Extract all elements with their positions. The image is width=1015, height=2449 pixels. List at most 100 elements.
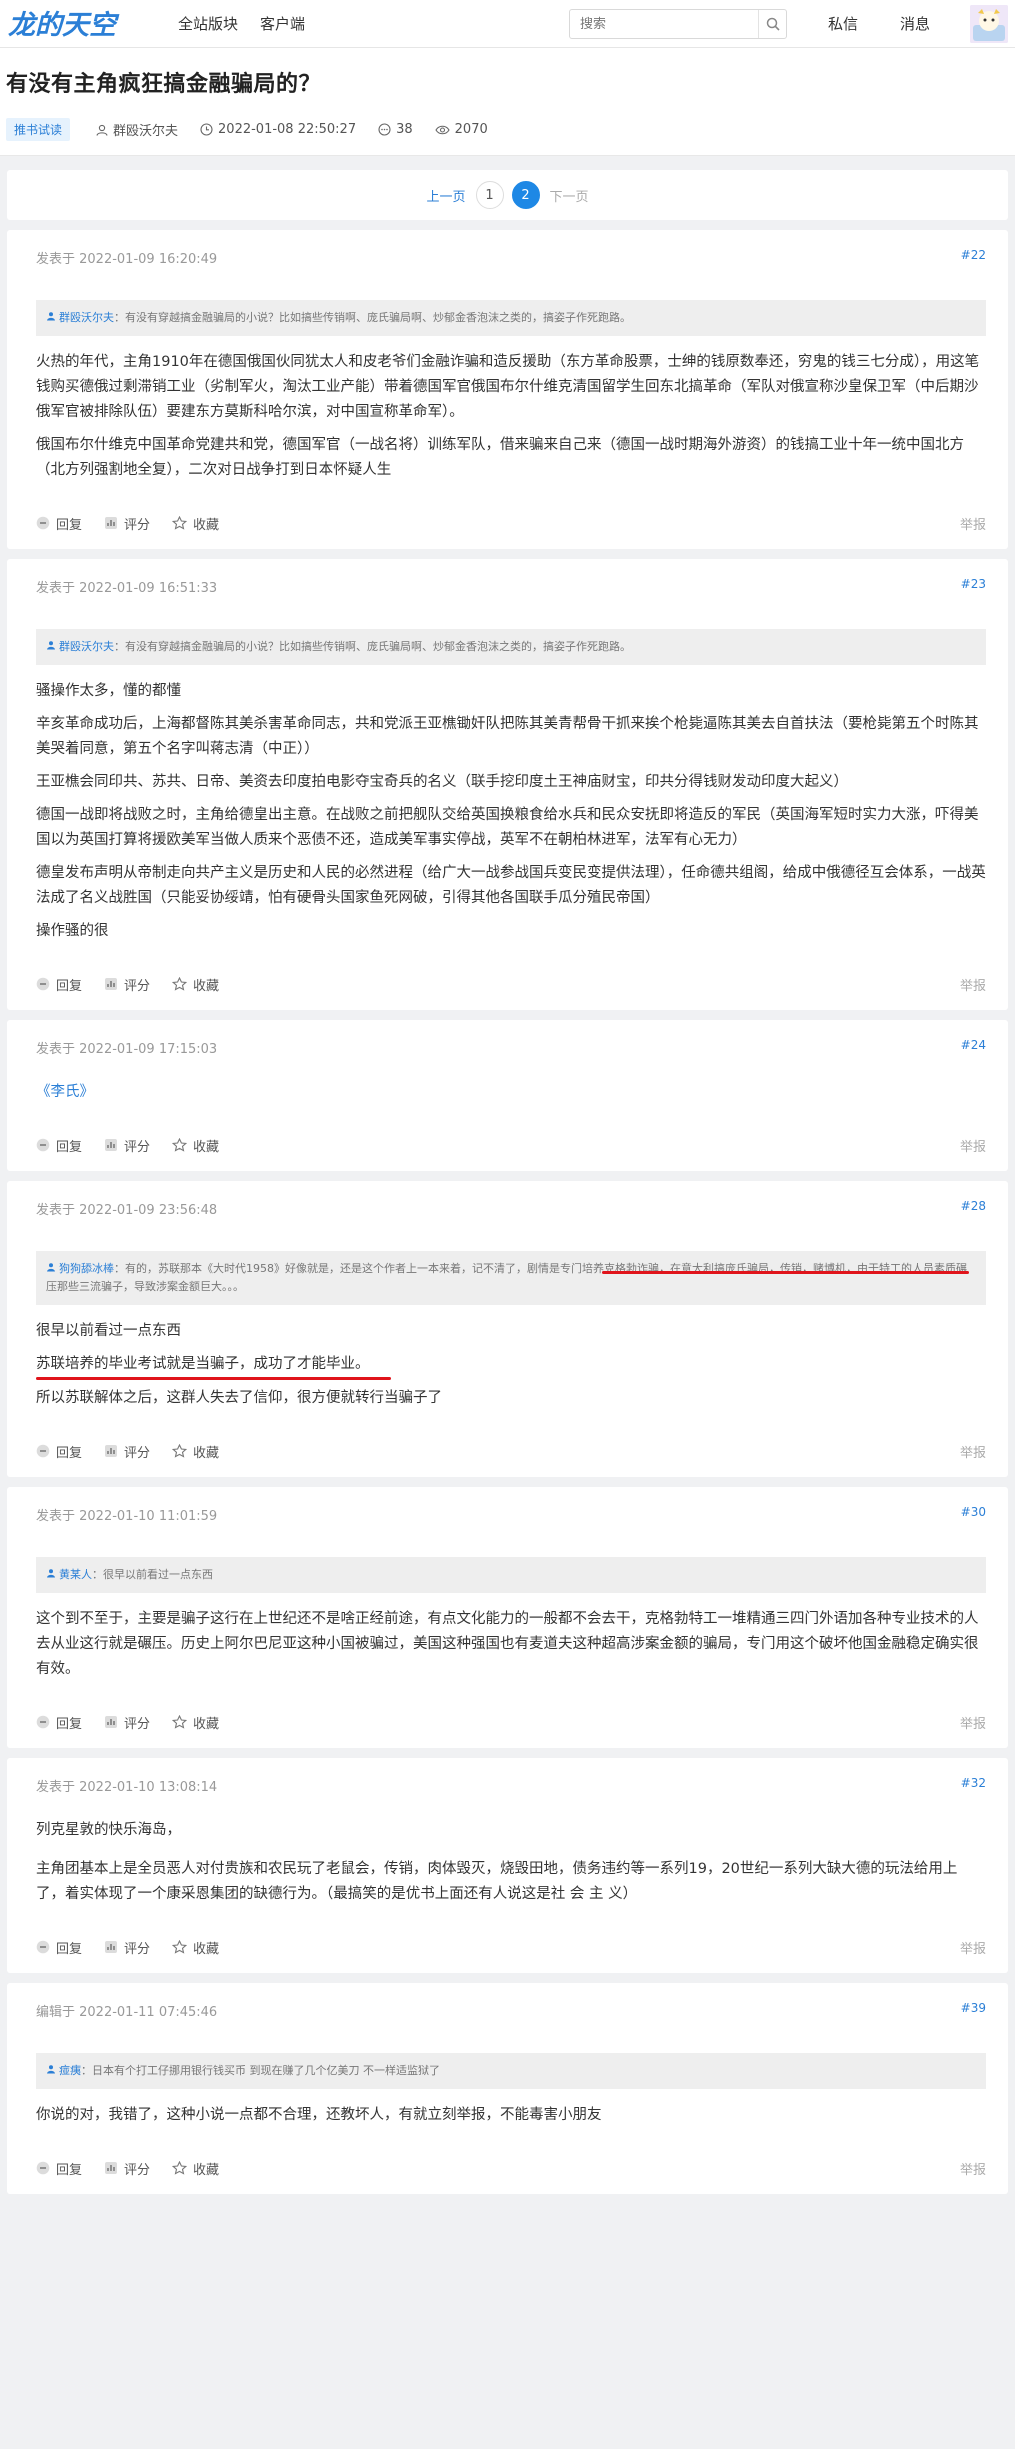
star-icon bbox=[172, 977, 188, 991]
site-logo[interactable]: 龙的天空 bbox=[6, 5, 140, 43]
search-button[interactable] bbox=[758, 10, 786, 38]
page-number-1[interactable]: 1 bbox=[475, 181, 504, 209]
reply-button[interactable]: 回复 bbox=[36, 975, 82, 994]
reply-button[interactable]: 回复 bbox=[36, 2159, 82, 2178]
report-link[interactable]: 举报 bbox=[960, 2159, 986, 2178]
rate-button[interactable]: 评分 bbox=[104, 2159, 150, 2178]
favorite-button[interactable]: 收藏 bbox=[172, 1442, 219, 1461]
thread-title: 有没有主角疯狂搞金融骗局的？ bbox=[6, 72, 322, 97]
post-paragraph: 俄国布尔什维克中国革命党建共和党，德国军官（一战名将）训练军队，借来骗来自己来（… bbox=[36, 437, 964, 478]
quote-user-icon bbox=[46, 1566, 56, 1584]
private-message-link[interactable]: 私信 bbox=[828, 13, 858, 34]
post-floor[interactable]: #39 bbox=[961, 2001, 986, 2019]
user-icon bbox=[96, 124, 108, 136]
post-paragraph: 德国一战即将战败之时，主角给德皇出主意。在战败之前把舰队交给英国换粮食给水兵和民… bbox=[36, 807, 979, 848]
favorite-button[interactable]: 收藏 bbox=[172, 975, 219, 994]
post-actions: 回复 评分 收藏 举报 bbox=[36, 497, 986, 549]
rate-button[interactable]: 评分 bbox=[104, 1938, 150, 1957]
report-link[interactable]: 举报 bbox=[960, 975, 986, 994]
thread-meta: 推书试读 群殴沃尔夫 2022-01-08 22:50:27 38 2070 bbox=[6, 118, 1009, 141]
book-link[interactable]: 《李氏》 bbox=[36, 1084, 94, 1100]
search-box bbox=[569, 9, 787, 39]
rate-button[interactable]: 评分 bbox=[104, 1442, 150, 1461]
avatar-cartoon-icon bbox=[970, 5, 1008, 43]
post-paragraph: 王亚樵会同印共、苏共、日帝、美资去印度拍电影夺宝奇兵的名义（联手挖印度土王神庙财… bbox=[36, 774, 848, 790]
rate-label: 评分 bbox=[124, 1139, 151, 1155]
star-icon bbox=[172, 1138, 188, 1152]
thread-replies-count: 38 bbox=[396, 122, 413, 137]
report-link[interactable]: 举报 bbox=[960, 1713, 986, 1732]
reply-button[interactable]: 回复 bbox=[36, 1713, 82, 1732]
quote-author[interactable]: 群殴沃尔夫 bbox=[59, 311, 114, 324]
next-page-link[interactable]: 下一页 bbox=[550, 186, 589, 205]
quote-author[interactable]: 痖痍 bbox=[59, 2064, 81, 2077]
reply-button[interactable]: 回复 bbox=[36, 1938, 82, 1957]
reply-icon bbox=[36, 1444, 50, 1458]
post-body: 《李氏》 bbox=[36, 1080, 986, 1105]
user-avatar[interactable] bbox=[970, 5, 1008, 43]
post-paragraph: 主角团基本上是全员恶人对付贵族和农民玩了老鼠会，传销，肉体毁灭，烧毁田地，债务违… bbox=[36, 1861, 958, 1902]
nav-all-boards[interactable]: 全站版块 bbox=[178, 13, 238, 34]
quote-author[interactable]: 黄某人 bbox=[59, 1568, 92, 1581]
thread-author[interactable]: 群殴沃尔夫 bbox=[96, 120, 178, 139]
nav-client[interactable]: 客户端 bbox=[260, 13, 305, 34]
reply-icon bbox=[36, 1940, 50, 1954]
post-floor[interactable]: #30 bbox=[961, 1505, 986, 1523]
report-link[interactable]: 举报 bbox=[960, 514, 986, 533]
favorite-button[interactable]: 收藏 bbox=[172, 1938, 219, 1957]
rate-button[interactable]: 评分 bbox=[104, 1713, 150, 1732]
favorite-button[interactable]: 收藏 bbox=[172, 514, 219, 533]
rate-button[interactable]: 评分 bbox=[104, 514, 150, 533]
quote-author[interactable]: 狗狗舔冰棒 bbox=[59, 1262, 114, 1275]
quote-user-icon bbox=[46, 309, 56, 327]
reply-button[interactable]: 回复 bbox=[36, 1442, 82, 1461]
red-underline-mark bbox=[602, 1271, 969, 1274]
rate-button[interactable]: 评分 bbox=[104, 1136, 150, 1155]
favorite-button[interactable]: 收藏 bbox=[172, 1713, 219, 1732]
post-paragraph: 所以苏联解体之后，这群人失去了信仰，很方便就转行当骗子了 bbox=[36, 1390, 442, 1406]
notifications-link[interactable]: 消息 bbox=[900, 13, 930, 34]
post-date: 编辑于 2022-01-11 07:45:46 bbox=[36, 2005, 218, 2020]
post-actions: 回复 评分 收藏 举报 bbox=[36, 1425, 986, 1477]
favorite-label: 收藏 bbox=[193, 517, 220, 533]
post-date: 发表于 2022-01-10 11:01:59 bbox=[36, 1509, 218, 1524]
eye-icon bbox=[435, 125, 450, 134]
post-floor[interactable]: #28 bbox=[961, 1199, 986, 1217]
post: 发表于 2022-01-09 16:20:49 #22 群殴沃尔夫：有没有穿越搞… bbox=[7, 230, 1008, 549]
post-body: 骚操作太多，懂的都懂 辛亥革命成功后，上海都督陈其美杀害革命同志，共和党派王亚樵… bbox=[36, 679, 986, 944]
prev-page-link[interactable]: 上一页 bbox=[426, 186, 465, 205]
rate-icon bbox=[105, 517, 118, 529]
thread-tag[interactable]: 推书试读 bbox=[6, 118, 71, 141]
star-icon bbox=[172, 1940, 188, 1954]
post-floor[interactable]: #24 bbox=[961, 1038, 986, 1056]
report-link[interactable]: 举报 bbox=[960, 1442, 986, 1461]
quote-author[interactable]: 群殴沃尔夫 bbox=[59, 640, 114, 653]
report-link[interactable]: 举报 bbox=[960, 1938, 986, 1957]
post-paragraph: 火热的年代，主角1910年在德国俄国伙同犹太人和皮老爷们金融诈骗和造反援助（东方… bbox=[36, 354, 980, 420]
favorite-label: 收藏 bbox=[193, 1139, 220, 1155]
post: 发表于 2022-01-09 23:56:48 #28 狗狗舔冰棒：有的，苏联那… bbox=[7, 1181, 1008, 1477]
reply-button[interactable]: 回复 bbox=[36, 1136, 82, 1155]
favorite-button[interactable]: 收藏 bbox=[172, 2159, 219, 2178]
rate-icon bbox=[105, 2162, 118, 2174]
post-paragraph: 操作骚的很 bbox=[36, 923, 109, 939]
search-input[interactable] bbox=[570, 10, 758, 38]
post-date: 发表于 2022-01-10 13:08:14 bbox=[36, 1780, 218, 1795]
red-underline-mark bbox=[36, 1377, 391, 1380]
post-body: 很早以前看过一点东西 苏联培养的毕业考试就是当骗子，成功了才能毕业。 所以苏联解… bbox=[36, 1319, 986, 1411]
rate-label: 评分 bbox=[124, 517, 151, 533]
rate-button[interactable]: 评分 bbox=[104, 975, 150, 994]
post-actions: 回复 评分 收藏 举报 bbox=[36, 1921, 986, 1973]
report-link[interactable]: 举报 bbox=[960, 1136, 986, 1155]
reply-button[interactable]: 回复 bbox=[36, 514, 82, 533]
page-number-2-current[interactable]: 2 bbox=[511, 181, 540, 209]
thread-datetime: 2022-01-08 22:50:27 bbox=[200, 122, 356, 137]
post-floor[interactable]: #22 bbox=[961, 248, 986, 266]
post-floor[interactable]: #32 bbox=[961, 1776, 986, 1794]
reply-icon bbox=[36, 516, 50, 530]
post-body: 列克星敦的快乐海岛， 主角团基本上是全员恶人对付贵族和农民玩了老鼠会，传销，肉体… bbox=[36, 1818, 986, 1907]
post-actions: 回复 评分 收藏 举报 bbox=[36, 1119, 986, 1171]
post-floor[interactable]: #23 bbox=[961, 577, 986, 595]
favorite-button[interactable]: 收藏 bbox=[172, 1136, 219, 1155]
post-quote: 黄某人：很早以前看过一点东西 bbox=[36, 1557, 986, 1593]
